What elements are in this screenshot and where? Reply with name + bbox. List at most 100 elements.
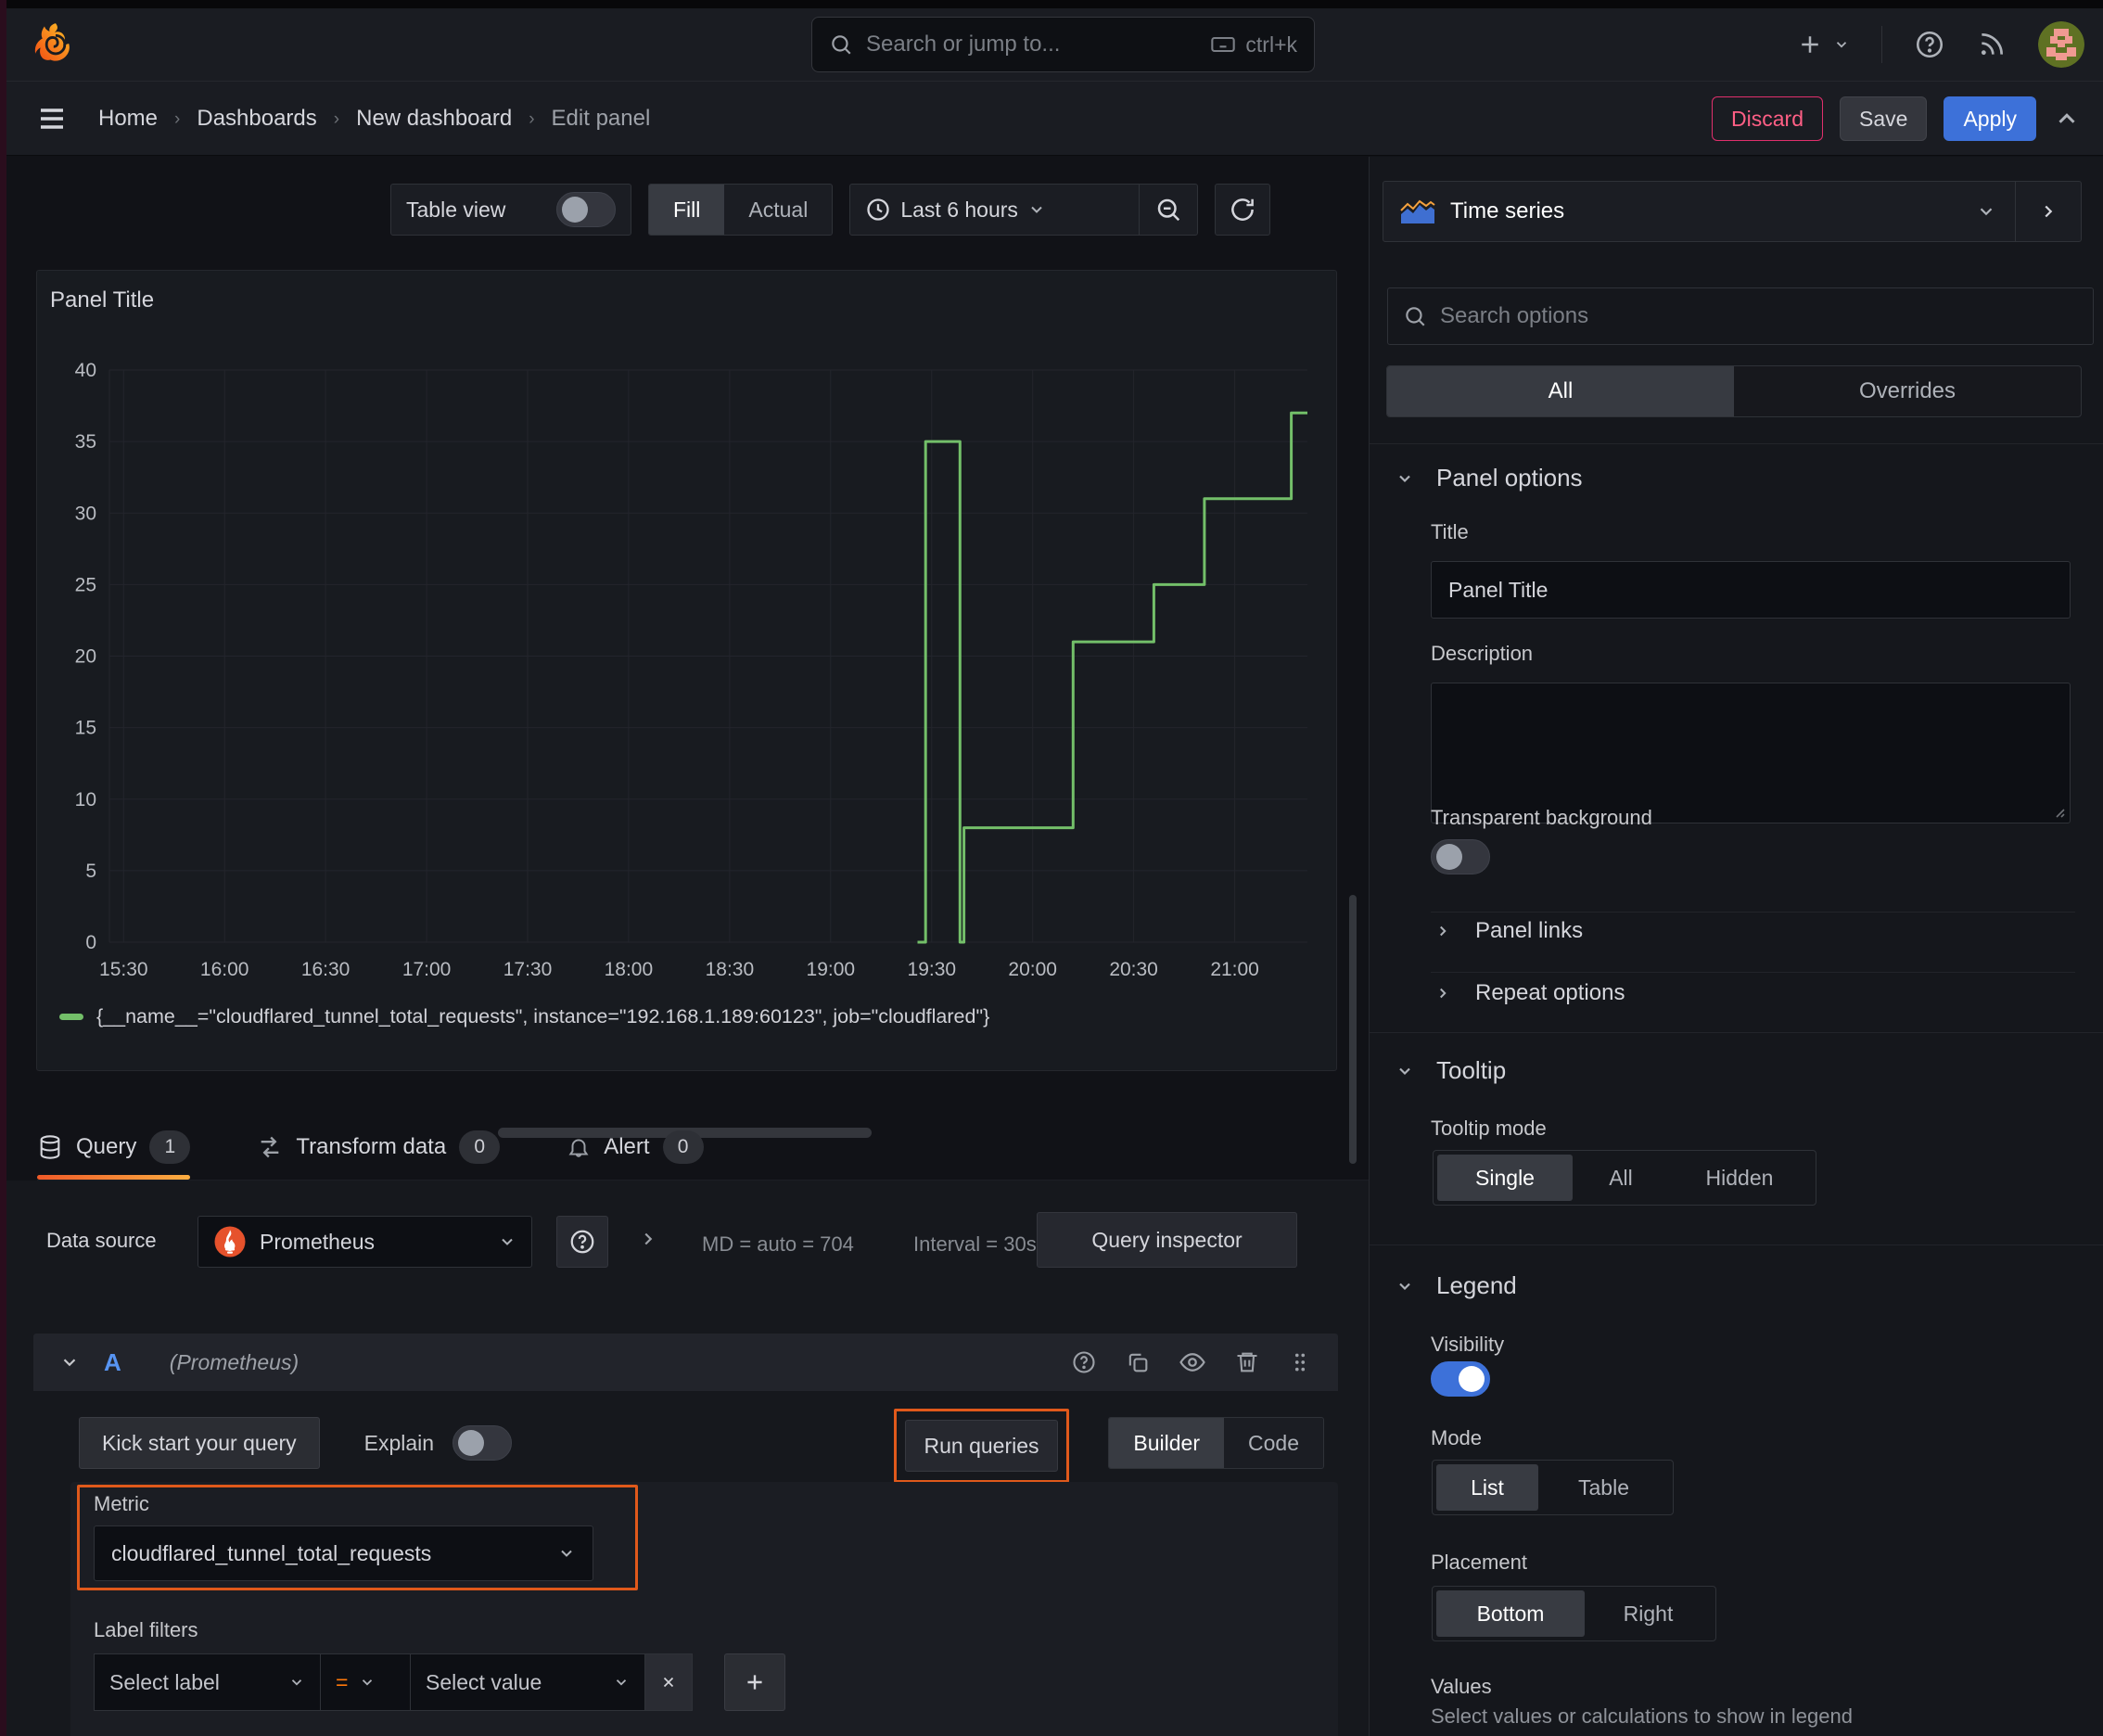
toggle-visibility-icon[interactable]	[1179, 1348, 1206, 1376]
time-series-chart[interactable]: 0 5 10 15 20 25 30 35 40 15:30 16:00 16:30 17:00 17:3…	[56, 338, 1317, 998]
tooltip-section-header[interactable]: Tooltip	[1396, 1056, 1506, 1085]
global-search-input[interactable]: Search or jump to... ctrl+k	[811, 17, 1315, 72]
tab-transform-data[interactable]: Transform data 0	[257, 1114, 501, 1180]
query-help-icon[interactable]	[1071, 1349, 1097, 1375]
alert-count-badge: 0	[662, 1130, 704, 1164]
explain-toggle[interactable]	[452, 1425, 513, 1461]
chevron-right-icon	[1434, 923, 1451, 939]
svg-text:19:00: 19:00	[807, 959, 856, 980]
description-field-label: Description	[1431, 642, 1534, 665]
transparent-bg-label: Transparent background	[1431, 806, 1652, 829]
chevron-down-icon[interactable]	[59, 1352, 80, 1372]
discard-button[interactable]: Discard	[1712, 96, 1824, 141]
run-queries-highlight: Run queries	[894, 1409, 1069, 1483]
svg-text:30: 30	[75, 503, 96, 524]
time-range-picker[interactable]: Last 6 hours	[849, 184, 1199, 236]
delete-query-icon[interactable]	[1234, 1349, 1260, 1375]
user-avatar[interactable]	[2038, 21, 2084, 68]
actual-option[interactable]: Actual	[724, 185, 832, 235]
table-view-toggle[interactable]	[556, 192, 616, 227]
tooltip-hidden[interactable]: Hidden	[1669, 1155, 1810, 1201]
legend-mode-group: List Table	[1432, 1460, 1674, 1515]
legend-visibility-toggle[interactable]	[1431, 1361, 1490, 1397]
datasource-picker[interactable]: Prometheus	[198, 1216, 532, 1268]
values-label: Values	[1431, 1675, 1492, 1698]
refresh-button[interactable]	[1215, 184, 1271, 236]
save-button[interactable]: Save	[1840, 96, 1928, 141]
remove-filter-button[interactable]	[645, 1653, 693, 1711]
clock-icon	[865, 197, 891, 223]
description-textarea[interactable]	[1431, 683, 2071, 823]
repeat-options-section[interactable]: Repeat options	[1434, 980, 1625, 1006]
menu-icon[interactable]	[35, 102, 69, 135]
query-editor-section: Data source Prometheus MD = auto = 704 I…	[0, 1181, 1369, 1736]
repeat-options-title: Repeat options	[1475, 980, 1625, 1005]
panel-links-section[interactable]: Panel links	[1434, 918, 1583, 944]
breadcrumb-dashboards[interactable]: Dashboards	[197, 106, 316, 132]
datasource-value: Prometheus	[260, 1229, 376, 1254]
tab-overrides[interactable]: Overrides	[1734, 366, 2081, 416]
datasource-help-button[interactable]	[556, 1216, 608, 1268]
expand-stats-icon[interactable]	[638, 1229, 658, 1249]
select-value-dropdown[interactable]: Select value	[411, 1653, 645, 1711]
svg-text:20: 20	[75, 646, 96, 668]
apply-button[interactable]: Apply	[1944, 96, 2036, 141]
news-rss-icon[interactable]	[1977, 30, 2007, 59]
breadcrumb-new-dashboard[interactable]: New dashboard	[356, 106, 512, 132]
run-queries-button[interactable]: Run queries	[905, 1420, 1058, 1472]
builder-option[interactable]: Builder	[1109, 1418, 1225, 1468]
visualization-picker[interactable]: Time series	[1383, 181, 2082, 242]
kick-start-query-button[interactable]: Kick start your query	[79, 1417, 320, 1469]
panel-options-header[interactable]: Panel options	[1396, 464, 1583, 492]
legend-swatch	[59, 1014, 83, 1020]
svg-text:5: 5	[85, 861, 96, 882]
visualization-name: Time series	[1450, 198, 1565, 223]
window-left-edge	[0, 0, 6, 1736]
resize-handle-icon[interactable]	[2051, 804, 2066, 819]
svg-text:35: 35	[75, 431, 96, 453]
fill-actual-group: Fill Actual	[648, 184, 834, 236]
legend-mode-table[interactable]: Table	[1540, 1464, 1667, 1511]
chevron-down-icon	[557, 1544, 576, 1563]
svg-text:16:00: 16:00	[200, 959, 249, 980]
tab-alert[interactable]: Alert 0	[567, 1114, 704, 1180]
select-label-dropdown[interactable]: Select label	[94, 1653, 321, 1711]
search-options-input[interactable]: Search options	[1387, 287, 2094, 345]
code-option[interactable]: Code	[1224, 1418, 1323, 1468]
query-row-header[interactable]: A (Prometheus)	[33, 1334, 1338, 1391]
legend-mode-list[interactable]: List	[1436, 1464, 1538, 1511]
transparent-bg-toggle[interactable]	[1431, 839, 1490, 874]
drag-handle-icon[interactable]	[1288, 1350, 1312, 1374]
select-label-placeholder: Select label	[109, 1669, 220, 1694]
grafana-logo-icon[interactable]	[33, 21, 78, 66]
expand-viz-list-icon[interactable]	[2016, 182, 2081, 241]
tab-query[interactable]: Query 1	[37, 1114, 191, 1180]
operator-dropdown[interactable]: =	[321, 1653, 411, 1711]
tooltip-single[interactable]: Single	[1437, 1155, 1573, 1201]
breadcrumb-home[interactable]: Home	[98, 106, 158, 132]
collapse-up-icon[interactable]	[2053, 105, 2081, 133]
breadcrumb-bar: Home › Dashboards › New dashboard › Edit…	[0, 81, 2103, 156]
legend-series-label: {__name__="cloudflared_tunnel_total_requ…	[96, 1005, 990, 1028]
builder-code-group: Builder Code	[1108, 1417, 1324, 1469]
help-icon[interactable]	[1914, 29, 1945, 60]
placement-bottom[interactable]: Bottom	[1436, 1590, 1585, 1637]
panel-title-input[interactable]: Panel Title	[1431, 561, 2071, 619]
tab-all[interactable]: All	[1387, 366, 1734, 416]
values-hint: Select values or calculations to show in…	[1431, 1704, 1853, 1728]
metric-select[interactable]: cloudflared_tunnel_total_requests	[94, 1525, 593, 1581]
add-new-button[interactable]	[1796, 31, 1850, 58]
placement-right[interactable]: Right	[1587, 1590, 1710, 1637]
duplicate-query-icon[interactable]	[1125, 1349, 1151, 1375]
metric-label: Metric	[94, 1492, 149, 1515]
fill-option[interactable]: Fill	[649, 185, 725, 235]
add-filter-button[interactable]	[724, 1653, 785, 1711]
zoom-out-icon[interactable]	[1140, 185, 1197, 235]
legend-section-title: Legend	[1436, 1271, 1517, 1299]
query-inspector-button[interactable]: Query inspector	[1037, 1212, 1297, 1268]
svg-text:19:30: 19:30	[908, 959, 957, 980]
legend-section-header[interactable]: Legend	[1396, 1271, 1517, 1300]
prometheus-icon	[213, 1225, 247, 1258]
legend-item[interactable]: {__name__="cloudflared_tunnel_total_requ…	[59, 1005, 989, 1028]
tooltip-all[interactable]: All	[1574, 1155, 1667, 1201]
